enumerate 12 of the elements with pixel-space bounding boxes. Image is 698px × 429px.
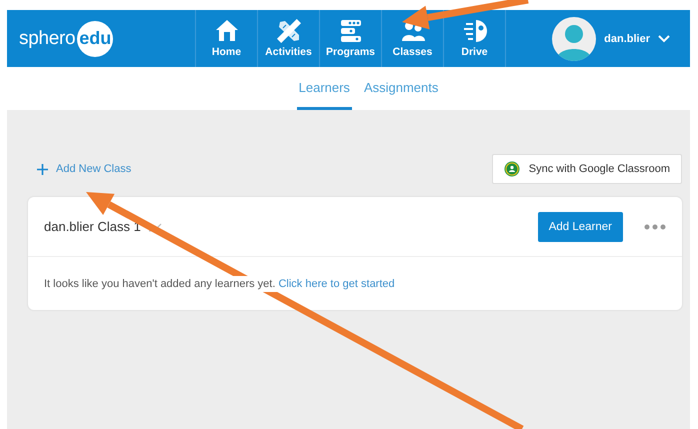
add-class-link[interactable]: Add New Class bbox=[28, 163, 132, 175]
add-learner-button[interactable]: Add Learner bbox=[538, 212, 623, 242]
user-menu-button[interactable]: dan.blier bbox=[552, 10, 670, 67]
nav-button[interactable]: Activities bbox=[258, 10, 320, 67]
sphero-edu-logo[interactable]: sphero edu bbox=[7, 10, 195, 67]
nav-button[interactable]: Home bbox=[196, 10, 258, 67]
get-started-link[interactable]: Click here to get started bbox=[278, 278, 395, 290]
tab[interactable]: Assignments bbox=[362, 67, 440, 110]
sync-button[interactable]: Sync with Google Classroom bbox=[492, 154, 682, 184]
nav-button[interactable]: Drive bbox=[444, 10, 506, 67]
nav-button[interactable]: Programs bbox=[320, 10, 382, 67]
empty-message: It looks like you haven't added any learners yet. Click here to get started bbox=[44, 276, 395, 292]
